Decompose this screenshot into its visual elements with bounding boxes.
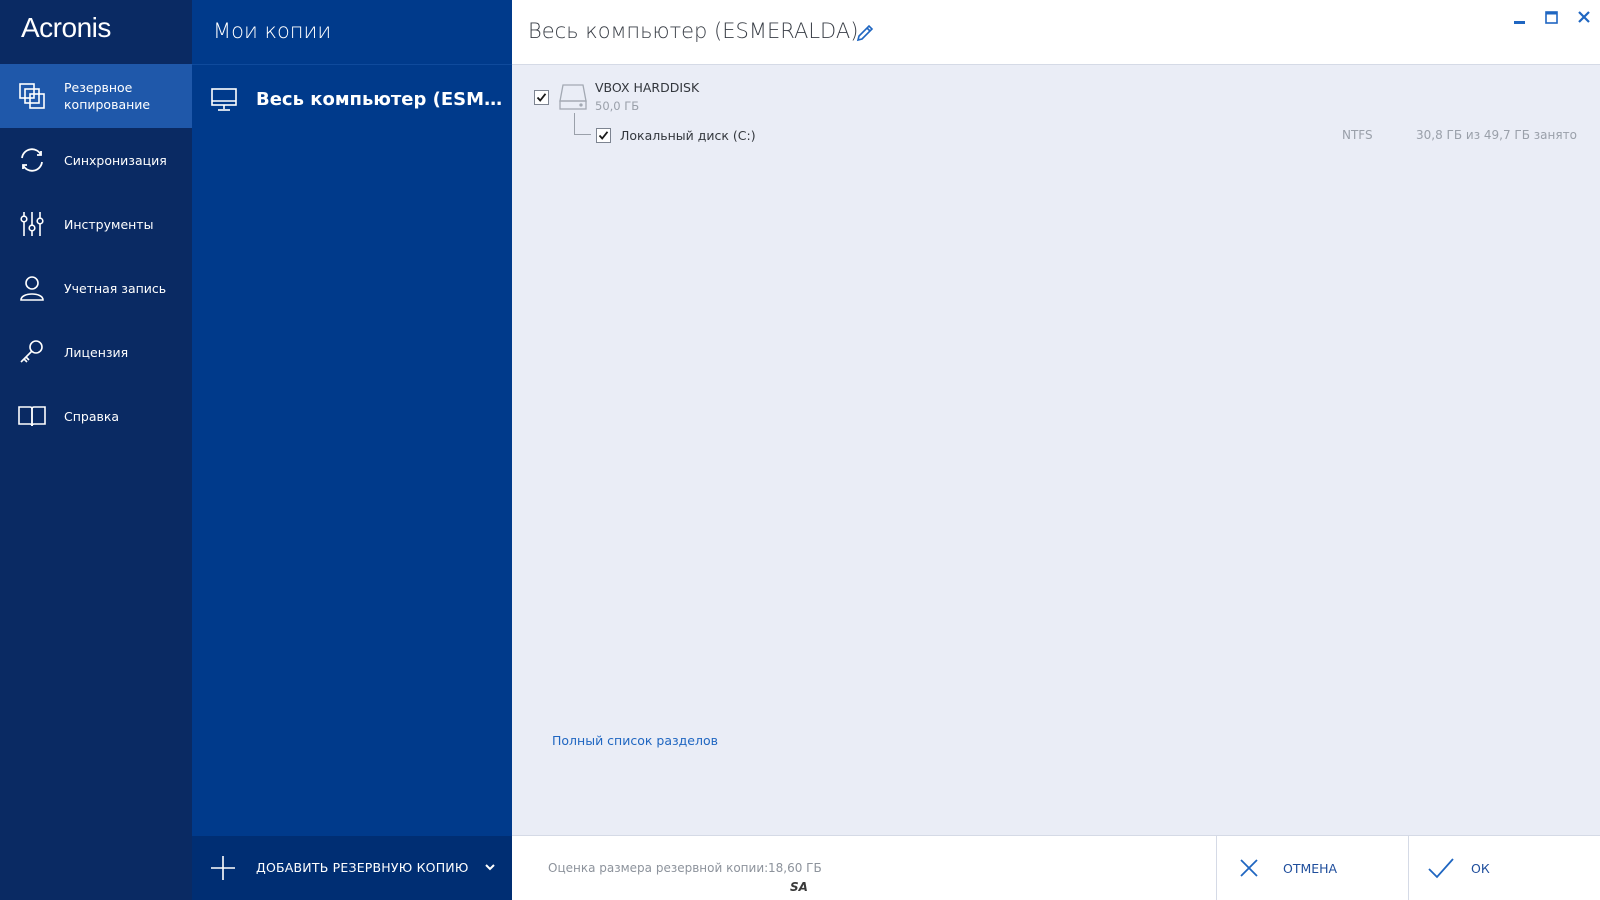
size-estimate-value: 18,60 ГБ xyxy=(768,861,822,875)
chevron-down-icon xyxy=(485,864,495,871)
nav-label-tools: Инструменты xyxy=(64,216,154,232)
acronis-logo: Acronis xyxy=(21,12,111,43)
nav-item-backup[interactable]: Резервное копирование xyxy=(0,64,192,128)
ok-button[interactable]: ОК xyxy=(1408,836,1600,900)
partition-usage: 30,8 ГБ из 49,7 ГБ занято xyxy=(1416,128,1577,142)
backup-list-title: Мои копии xyxy=(213,19,332,43)
key-icon xyxy=(20,340,43,363)
nav-item-account[interactable]: Учетная запись xyxy=(0,256,192,320)
action-footer: Оценка размера резервной копии: 18,60 ГБ… xyxy=(512,835,1600,900)
main-navigation: Acronis Резервное копирование Синхрониза… xyxy=(0,0,192,900)
monitor-icon xyxy=(211,88,237,111)
close-icon xyxy=(1240,859,1258,877)
nav-item-help[interactable]: Справка xyxy=(0,384,192,448)
add-backup-label: ДОБАВИТЬ РЕЗЕРВНУЮ КОПИЮ xyxy=(256,860,469,875)
add-backup-button[interactable]: ДОБАВИТЬ РЕЗЕРВНУЮ КОПИЮ xyxy=(192,836,472,900)
disk-selection-area: VBOX HARDDISK 50,0 ГБ Локальный диск (C:… xyxy=(512,64,1600,835)
nav-label-account: Учетная запись xyxy=(64,280,167,296)
maximize-icon[interactable] xyxy=(1540,8,1564,28)
tree-connector xyxy=(574,113,591,135)
hard-disk-icon xyxy=(559,84,587,110)
cancel-label: ОТМЕНА xyxy=(1283,861,1338,876)
partition-name: Локальный диск (C:) xyxy=(620,128,756,143)
minimize-icon[interactable] xyxy=(1508,8,1532,28)
check-icon xyxy=(598,131,609,140)
nav-label-license: Лицензия xyxy=(64,344,129,360)
backup-item-label: Весь компьютер (ESMERALDA) xyxy=(256,89,509,110)
close-icon[interactable] xyxy=(1572,8,1596,28)
detail-title: Весь компьютер (ESMERALDA) xyxy=(528,19,859,43)
checkmark-icon xyxy=(1428,858,1454,879)
backup-item-whole-computer[interactable]: Весь компьютер (ESMERALDA) xyxy=(192,70,512,130)
nav-item-tools[interactable]: Инструменты xyxy=(0,192,192,256)
check-icon xyxy=(536,93,547,102)
add-backup-dropdown[interactable] xyxy=(472,836,512,900)
nav-label-help: Справка xyxy=(64,408,120,424)
tools-icon xyxy=(20,212,44,236)
nav-label-backup: Резервное копирование xyxy=(64,80,151,112)
disk-name: VBOX HARDDISK xyxy=(595,80,700,95)
size-estimate-label: Оценка размера резервной копии: xyxy=(548,861,769,875)
cancel-button[interactable]: ОТМЕНА xyxy=(1216,836,1408,900)
full-partition-list-link[interactable]: Полный список разделов xyxy=(552,733,718,748)
nav-label-sync: Синхронизация xyxy=(64,152,167,168)
divider xyxy=(192,64,512,65)
disk-checkbox[interactable] xyxy=(534,90,549,105)
add-backup-bar: ДОБАВИТЬ РЕЗЕРВНУЮ КОПИЮ xyxy=(192,836,512,900)
nav-item-sync[interactable]: Синхронизация xyxy=(0,128,192,192)
sa-mark: SA xyxy=(790,880,808,894)
partition-checkbox[interactable] xyxy=(596,128,611,143)
nav-item-license[interactable]: Лицензия xyxy=(0,320,192,384)
sync-icon xyxy=(21,148,43,172)
plus-icon xyxy=(211,856,235,880)
book-icon xyxy=(18,406,46,427)
backup-list-panel: Мои копии Весь компьютер (ESMERALDA) ДОБ… xyxy=(192,0,512,900)
pencil-icon[interactable] xyxy=(854,22,876,44)
backup-icon xyxy=(19,83,45,109)
ok-label: ОК xyxy=(1471,861,1490,876)
backup-detail-panel: Весь компьютер (ESMERALDA) VBOX HARDDISK… xyxy=(512,0,1600,900)
disk-size: 50,0 ГБ xyxy=(595,99,640,113)
account-icon xyxy=(20,276,44,301)
partition-filesystem: NTFS xyxy=(1342,128,1373,142)
